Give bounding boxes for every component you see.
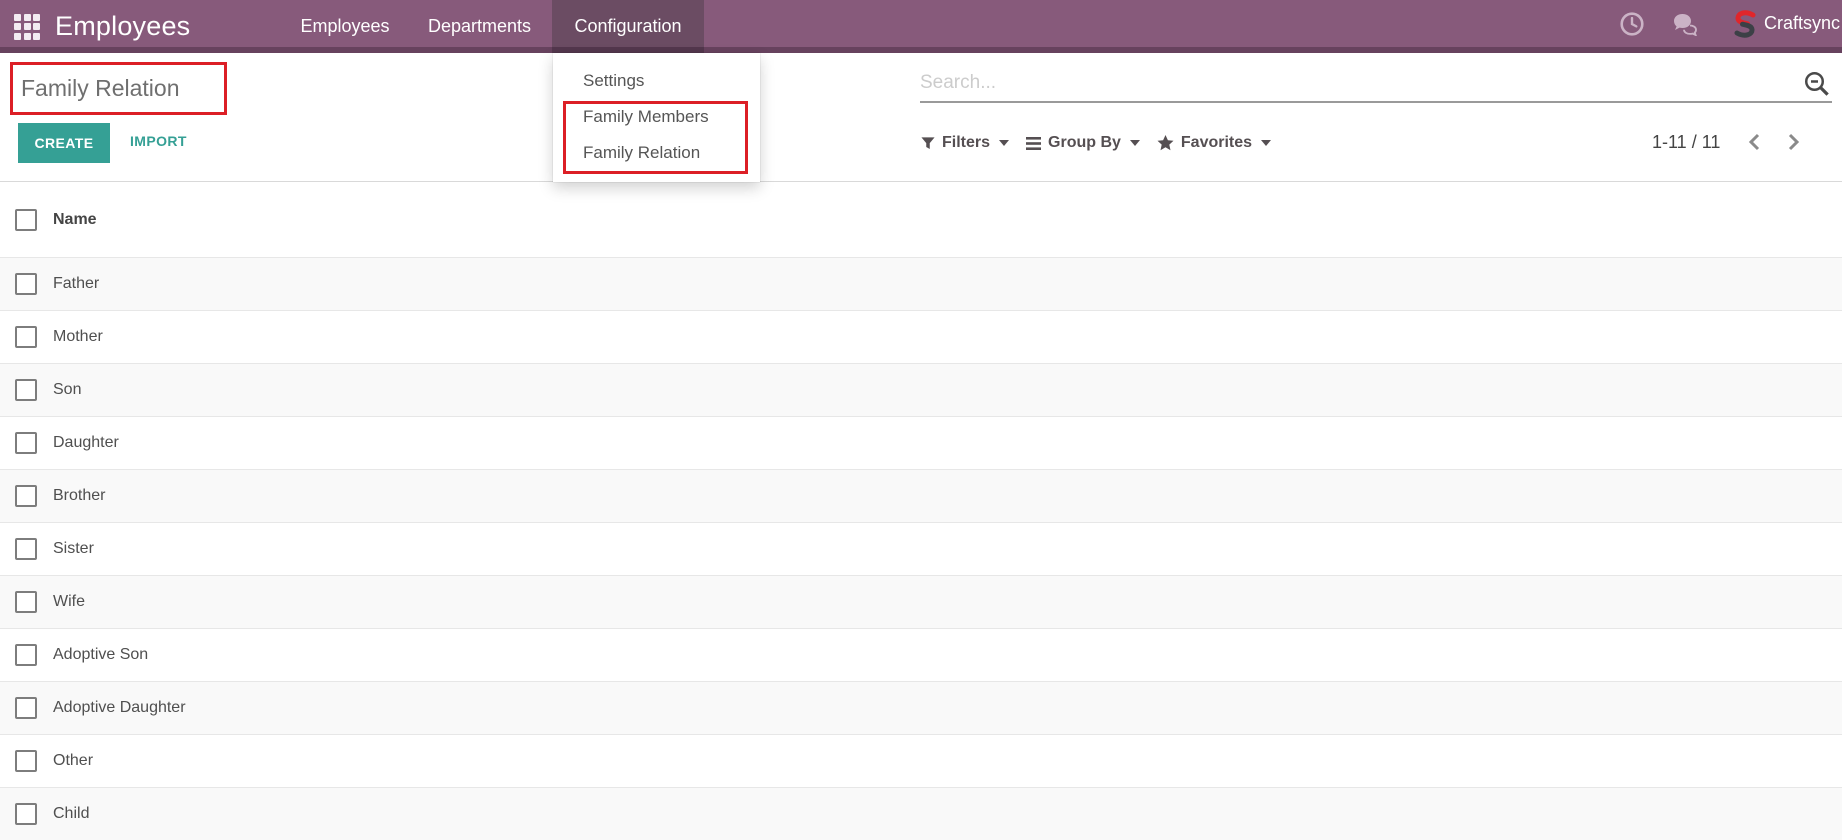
configuration-dropdown-items: Settings Family Members Family Relation	[553, 63, 760, 171]
row-checkbox[interactable]	[15, 697, 37, 719]
chevron-down-icon	[1261, 140, 1272, 146]
top-navbar: Employees Employees Departments Configurat…	[0, 0, 1842, 53]
pager-range: 1-11 / 11	[1652, 131, 1721, 152]
list-bars-icon	[1026, 136, 1042, 150]
menu-item-departments[interactable]: Departments	[407, 0, 552, 53]
pager: 1-11 / 11	[1652, 127, 1800, 157]
systray: Craftsync	[1619, 0, 1840, 47]
row-checkbox[interactable]	[15, 644, 37, 666]
import-button[interactable]: IMPORT	[130, 133, 187, 149]
row-name-cell: Other	[53, 752, 94, 769]
row-checkbox[interactable]	[15, 273, 37, 295]
list-header-row: Name	[0, 181, 1842, 257]
row-checkbox[interactable]	[15, 750, 37, 772]
menu-item-configuration[interactable]: Configuration	[552, 0, 704, 53]
row-checkbox[interactable]	[15, 432, 37, 454]
row-checkbox[interactable]	[15, 591, 37, 613]
app-title[interactable]: Employees	[55, 11, 190, 42]
main-menu: Employees Departments Configuration	[283, 0, 704, 53]
row-name-cell: Adoptive Son	[53, 646, 149, 663]
row-name-cell: Father	[53, 275, 100, 292]
list-rows: Father Mother Son Daughter Brother Sister Wife…	[0, 257, 1842, 840]
row-name-cell: Adoptive Daughter	[53, 699, 186, 716]
row-checkbox[interactable]	[15, 326, 37, 348]
pager-previous-button[interactable]	[1748, 133, 1761, 151]
search-input[interactable]	[920, 65, 1800, 101]
chevron-down-icon	[999, 140, 1010, 146]
messages-chat-icon[interactable]	[1672, 12, 1702, 36]
filters-dropdown-button[interactable]: Filters	[921, 134, 1010, 152]
star-icon	[1157, 135, 1174, 151]
activities-clock-icon[interactable]	[1619, 11, 1645, 37]
list-item[interactable]: Daughter	[0, 416, 1842, 469]
list-item[interactable]: Adoptive Son	[0, 628, 1842, 681]
group-by-dropdown-button[interactable]: Group By	[1026, 134, 1140, 152]
favorites-dropdown-button[interactable]: Favorites	[1157, 134, 1272, 152]
list-item[interactable]: Other	[0, 734, 1842, 787]
user-menu[interactable]: Craftsync	[1764, 13, 1840, 34]
search-filter-bar: Filters Group By Favorites	[921, 129, 1288, 157]
chevron-left-icon	[1749, 133, 1760, 151]
row-checkbox[interactable]	[15, 379, 37, 401]
zoom-out-magnifier-icon[interactable]	[1800, 69, 1832, 101]
row-name-cell: Daughter	[53, 434, 119, 451]
apps-grid-icon[interactable]	[14, 13, 40, 40]
list-item[interactable]: Mother	[0, 310, 1842, 363]
row-name-cell: Sister	[53, 540, 94, 557]
list-view: Name Father Mother Son Daughter Brother Siste…	[0, 181, 1842, 840]
row-name-cell: Son	[53, 381, 82, 398]
menu-item-employees[interactable]: Employees	[283, 0, 407, 53]
funnel-icon	[921, 137, 935, 149]
breadcrumb-highlight-box: Family Relation	[10, 62, 227, 115]
column-header-name: Name	[53, 210, 97, 228]
list-item[interactable]: Brother	[0, 469, 1842, 522]
configuration-dropdown: Settings Family Members Family Relation	[553, 53, 760, 182]
page-title: Family Relation	[21, 75, 180, 101]
list-item[interactable]: Adoptive Daughter	[0, 681, 1842, 734]
list-item[interactable]: Son	[0, 363, 1842, 416]
pager-next-button[interactable]	[1787, 133, 1800, 151]
dropdown-item-settings[interactable]: Settings	[553, 63, 760, 99]
craftsync-logo-icon	[1733, 9, 1757, 38]
row-checkbox[interactable]	[15, 803, 37, 825]
list-item[interactable]: Father	[0, 257, 1842, 310]
row-name-cell: Mother	[53, 328, 103, 345]
search-bar	[920, 61, 1832, 103]
list-item[interactable]: Child	[0, 787, 1842, 840]
list-item[interactable]: Wife	[0, 575, 1842, 628]
select-all-checkbox[interactable]	[15, 208, 37, 231]
dropdown-item-family-relation[interactable]: Family Relation	[553, 135, 760, 171]
list-item[interactable]: Sister	[0, 522, 1842, 575]
row-checkbox[interactable]	[15, 538, 37, 560]
row-name-cell: Child	[53, 805, 90, 822]
chevron-down-icon	[1129, 140, 1140, 146]
dropdown-item-family-members[interactable]: Family Members	[553, 99, 760, 135]
row-name-cell: Brother	[53, 487, 106, 504]
chevron-right-icon	[1789, 133, 1800, 151]
row-name-cell: Wife	[53, 593, 85, 610]
create-button[interactable]: CREATE	[18, 123, 110, 163]
row-checkbox[interactable]	[15, 485, 37, 507]
control-panel: Family Relation CREATE IMPORT Filters	[0, 53, 1842, 181]
